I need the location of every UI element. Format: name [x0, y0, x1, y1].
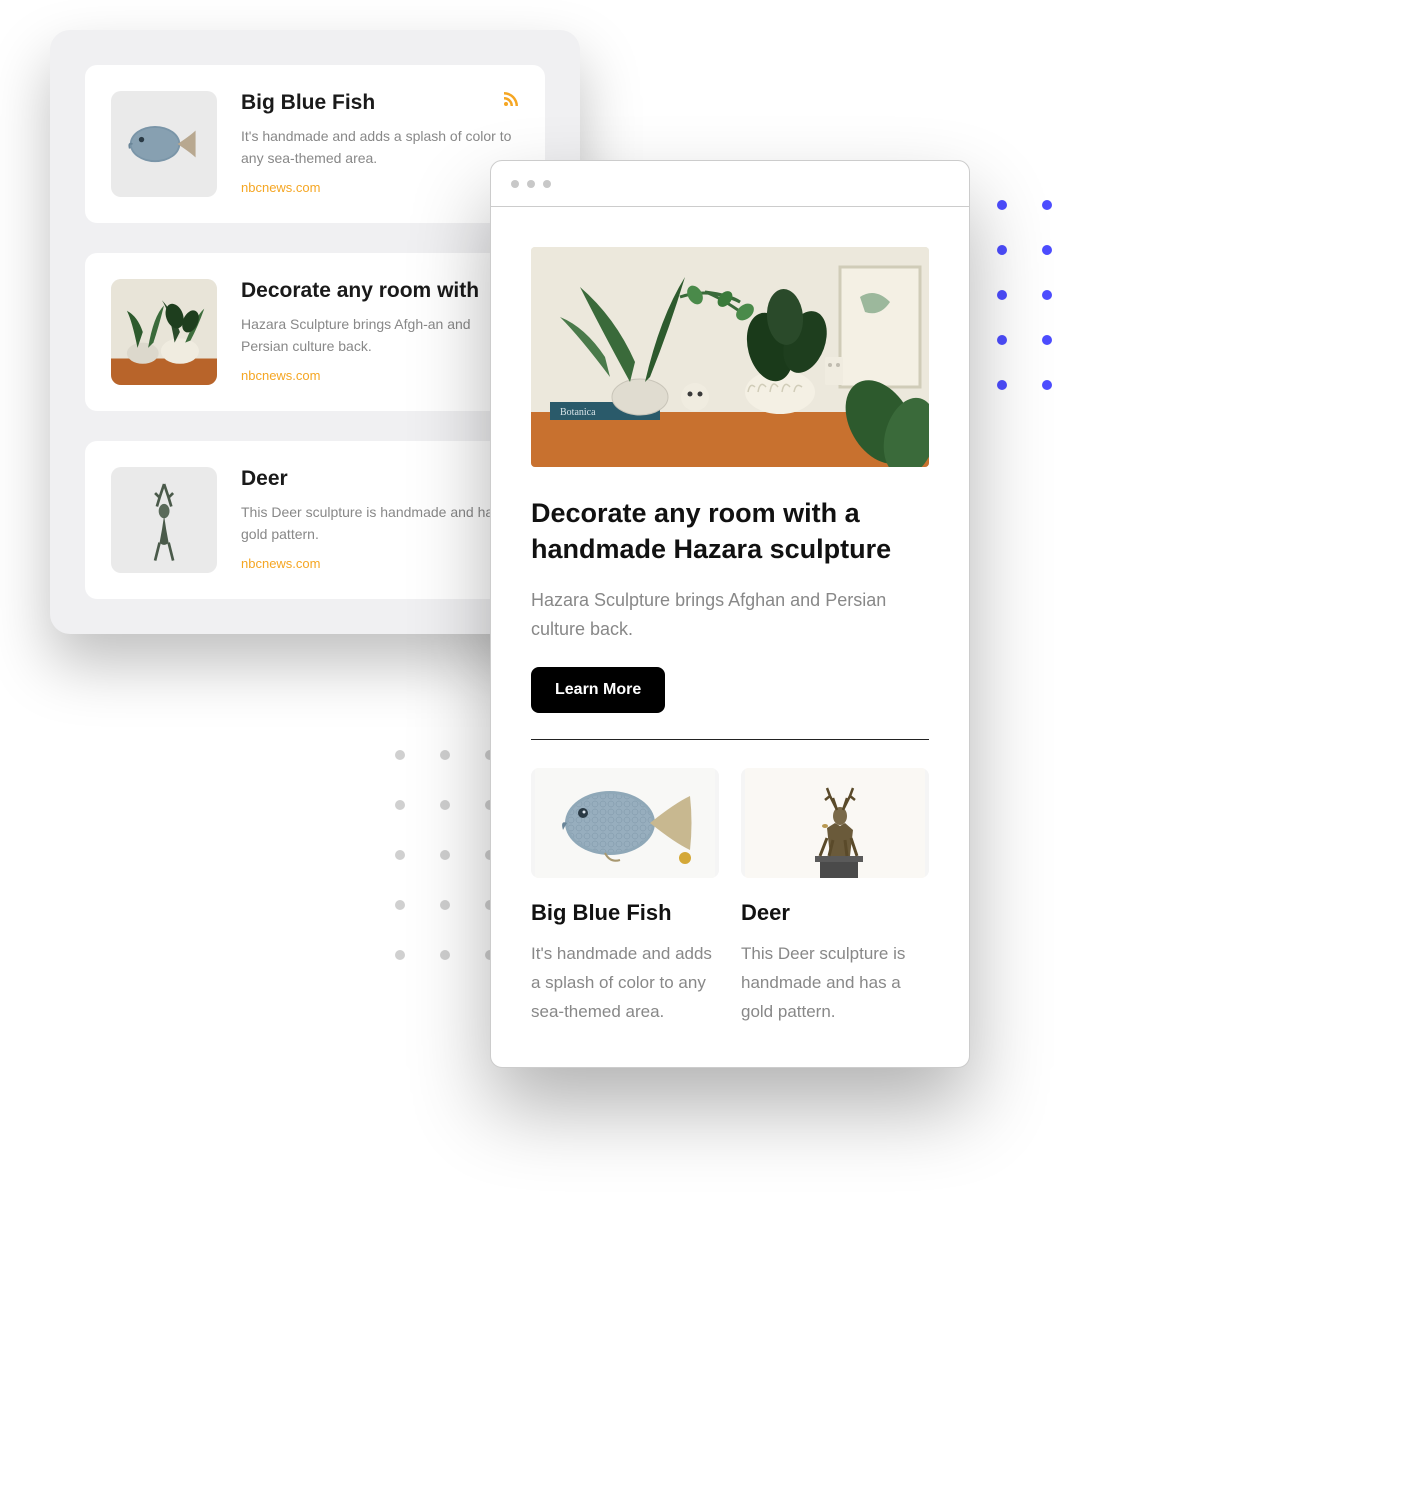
product-description: This Deer sculpture is handmade and has … — [741, 940, 929, 1027]
feed-source-link[interactable]: nbcnews.com — [241, 556, 519, 571]
feed-thumbnail-deer — [111, 467, 217, 573]
svg-text:Botanica: Botanica — [560, 407, 596, 418]
hero-description: Hazara Sculpture brings Afghan and Persi… — [531, 586, 929, 644]
hero-title: Decorate any room with a handmade Hazara… — [531, 495, 929, 568]
feed-title: Deer — [241, 467, 519, 491]
rss-icon[interactable] — [503, 91, 519, 107]
hero-image-plants: Botanica — [531, 247, 929, 467]
feed-card[interactable]: Decorate any room with Hazara Sculpture … — [85, 253, 545, 411]
feed-source-link[interactable]: nbcnews.com — [241, 180, 519, 195]
product-title: Deer — [741, 900, 929, 926]
feed-description: Hazara Sculpture brings Afgh-an and Pers… — [241, 313, 519, 358]
feed-description: This Deer sculpture is handmade and has … — [241, 501, 519, 546]
product-card[interactable]: Deer This Deer sculpture is handmade and… — [741, 768, 929, 1027]
browser-window: Botanica — [490, 160, 970, 1068]
feed-title: Decorate any room with — [241, 279, 519, 303]
product-image-fish — [531, 768, 719, 878]
feed-thumbnail-fish — [111, 91, 217, 197]
window-control-dot[interactable] — [543, 180, 551, 188]
product-title: Big Blue Fish — [531, 900, 719, 926]
window-control-dot[interactable] — [527, 180, 535, 188]
window-control-dot[interactable] — [511, 180, 519, 188]
divider — [531, 739, 929, 740]
feed-card[interactable]: Big Blue Fish It's handmade and adds a s… — [85, 65, 545, 223]
product-card[interactable]: Big Blue Fish It's handmade and adds a s… — [531, 768, 719, 1027]
feed-title: Big Blue Fish — [241, 91, 519, 115]
feed-thumbnail-plants — [111, 279, 217, 385]
learn-more-button[interactable]: Learn More — [531, 667, 665, 713]
product-description: It's handmade and adds a splash of color… — [531, 940, 719, 1027]
decorative-dots-gray — [395, 750, 495, 960]
browser-titlebar — [491, 161, 969, 207]
product-image-deer — [741, 768, 929, 878]
feed-description: It's handmade and adds a splash of color… — [241, 125, 519, 170]
feed-source-link[interactable]: nbcnews.com — [241, 368, 519, 383]
feed-card[interactable]: Deer This Deer sculpture is handmade and… — [85, 441, 545, 599]
